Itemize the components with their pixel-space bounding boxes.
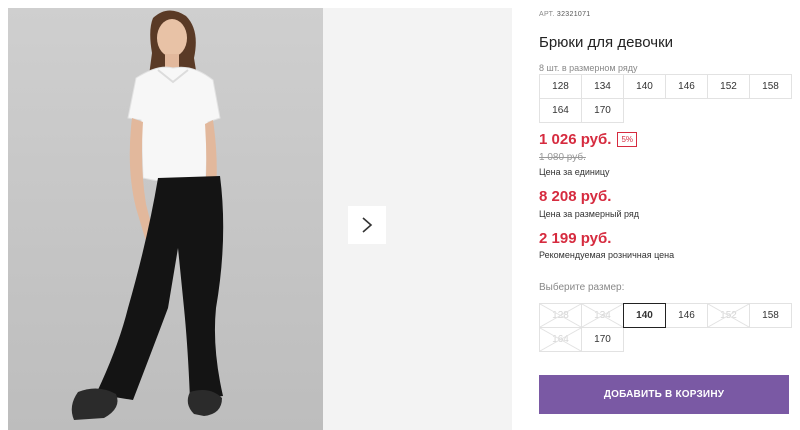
size-option-unavailable: 128 — [539, 303, 582, 328]
chevron-right-icon — [362, 217, 373, 233]
size-option[interactable]: 170 — [581, 327, 624, 352]
size-range-cell: 134 — [581, 74, 624, 99]
retail-price: 2 199 руб. — [539, 230, 612, 247]
article-label: АРТ. — [539, 11, 555, 18]
price-row: 1 026 руб. 5% — [539, 131, 638, 148]
size-range-cell: 146 — [665, 74, 708, 99]
size-option-unavailable: 152 — [707, 303, 750, 328]
size-range-grid: 128 134 140 146 152 158 164 170 — [539, 74, 792, 123]
size-option-unavailable: 164 — [539, 327, 582, 352]
size-range-cell: 164 — [539, 98, 582, 123]
size-option[interactable]: 158 — [749, 303, 792, 328]
article-number: АРТ. 32321071 — [539, 11, 590, 18]
girl-in-trousers-image — [71, 10, 224, 420]
article-value: 32321071 — [556, 11, 591, 18]
size-selector: 128 134 140 146 152 158 164 170 — [539, 303, 792, 352]
size-range-cell: 140 — [623, 74, 666, 99]
retail-price-caption: Рекомендуемая розничная цена — [539, 250, 675, 260]
unit-price-caption: Цена за единицу — [539, 167, 610, 177]
size-option-selected[interactable]: 140 — [623, 303, 666, 328]
size-range-label: 8 шт. в размерном ряду — [539, 63, 638, 73]
range-price-caption: Цена за размерный ряд — [539, 209, 640, 219]
size-range-cell: 158 — [749, 74, 792, 99]
range-price: 8 208 руб. — [539, 188, 612, 205]
next-photo-button[interactable] — [348, 206, 386, 244]
add-to-cart-button[interactable]: ДОБАВИТЬ В КОРЗИНУ — [539, 375, 789, 414]
choose-size-label: Выберите размер: — [539, 282, 625, 293]
size-option-unavailable: 134 — [581, 303, 624, 328]
size-range-cell: 170 — [581, 98, 624, 123]
size-option[interactable]: 146 — [665, 303, 708, 328]
size-range-cell: 152 — [707, 74, 750, 99]
unit-price: 1 026 руб. — [539, 131, 612, 148]
discount-badge: 5% — [617, 132, 638, 147]
old-price: 1 080 руб. — [539, 152, 586, 163]
product-gallery — [8, 8, 512, 430]
size-range-cell: 128 — [539, 74, 582, 99]
product-photo[interactable] — [8, 8, 323, 430]
product-title: Брюки для девочки — [539, 34, 674, 51]
